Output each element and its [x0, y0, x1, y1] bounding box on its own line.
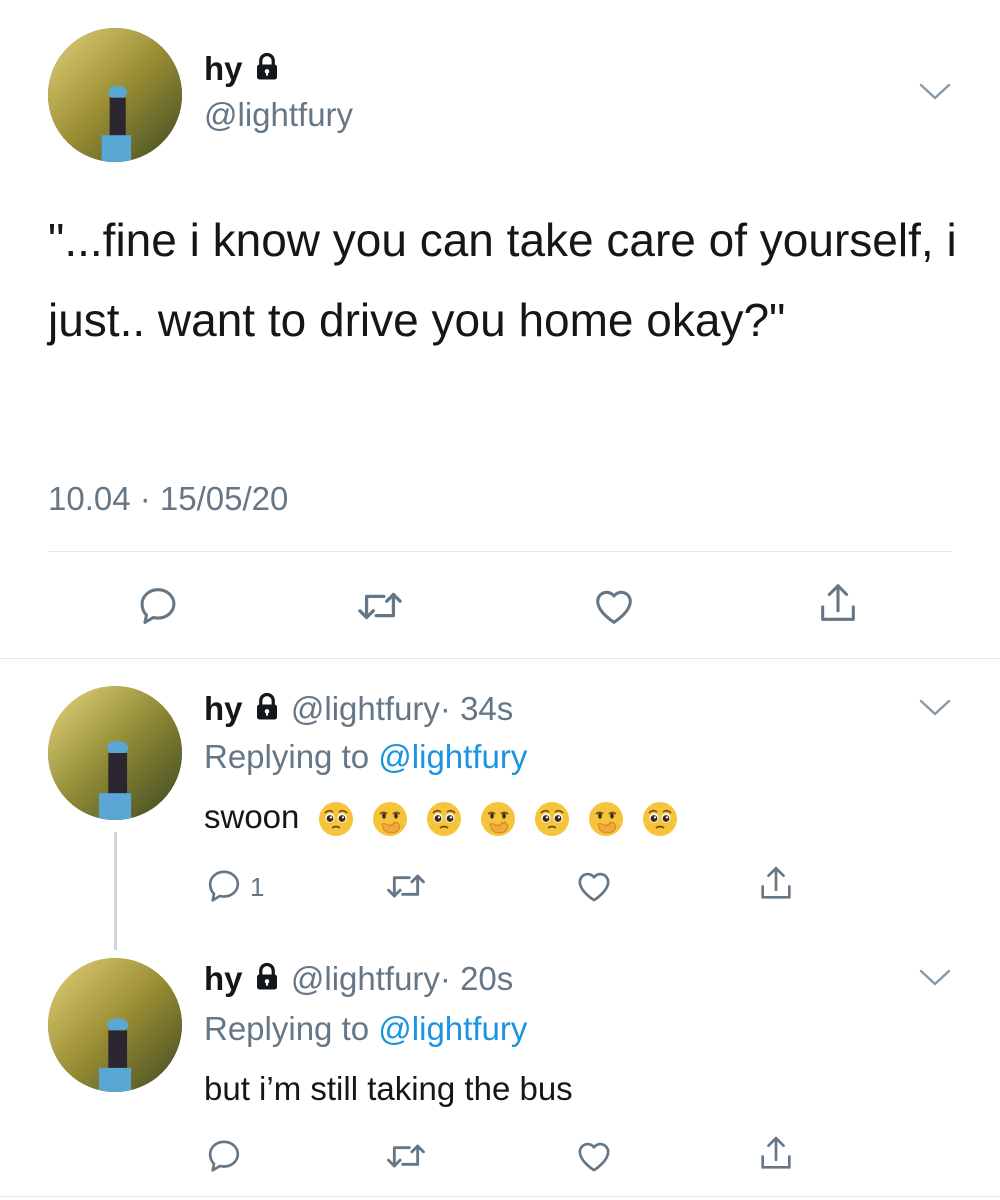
- like-icon[interactable]: [591, 583, 637, 629]
- pleading-face-emoji: [535, 802, 570, 837]
- chevron-down-icon[interactable]: [918, 696, 952, 718]
- chevron-down-icon[interactable]: [918, 80, 952, 102]
- replying-to-handle[interactable]: @lightfury: [378, 738, 527, 775]
- reply-author-handle[interactable]: @lightfury: [291, 960, 440, 997]
- chevron-down-icon[interactable]: [918, 966, 952, 988]
- reply-time[interactable]: · 20s: [440, 960, 513, 997]
- like-icon[interactable]: [574, 1136, 614, 1176]
- share-icon[interactable]: [756, 862, 796, 906]
- reply-text: swoon: [204, 798, 678, 837]
- reply-count: 1: [250, 872, 265, 902]
- reply-author-name[interactable]: hy: [204, 960, 243, 997]
- share-icon[interactable]: [815, 580, 861, 628]
- replying-to-handle[interactable]: @lightfury: [378, 1010, 527, 1047]
- reply-text: but i’m still taking the bus: [204, 1070, 573, 1107]
- reply-icon[interactable]: [135, 583, 181, 629]
- avatar[interactable]: [48, 28, 182, 162]
- lock-icon: [252, 692, 282, 730]
- tweet-author-name[interactable]: hy: [204, 50, 282, 90]
- like-icon[interactable]: [574, 866, 614, 906]
- reply-header: hy @lightfury· 34s: [204, 690, 513, 730]
- lock-icon: [252, 52, 282, 90]
- reply-header: hy @lightfury· 20s: [204, 960, 513, 1000]
- replying-to-label: Replying to: [204, 738, 370, 775]
- retweet-icon[interactable]: [384, 866, 428, 906]
- avatar[interactable]: [48, 686, 182, 820]
- reply-time[interactable]: · 34s: [440, 690, 513, 727]
- tweet-author-handle[interactable]: @lightfury: [204, 96, 353, 134]
- thread-line: [114, 832, 117, 950]
- avatar[interactable]: [48, 958, 182, 1092]
- tweet-timestamp[interactable]: 10.04 · 15/05/20: [48, 480, 288, 518]
- share-icon[interactable]: [756, 1132, 796, 1176]
- reply-icon[interactable]: [204, 1136, 244, 1176]
- hand-over-mouth-emoji: [373, 802, 408, 837]
- tweet-text: "...fine i know you can take care of you…: [48, 214, 957, 346]
- hand-over-mouth-emoji: [589, 802, 624, 837]
- reply-icon[interactable]: [204, 866, 244, 906]
- retweet-icon[interactable]: [384, 1136, 428, 1176]
- reply-author-name[interactable]: hy: [204, 690, 243, 727]
- replying-to: Replying to @lightfury: [204, 738, 527, 776]
- pleading-face-emoji: [319, 802, 354, 837]
- emoji-row: [299, 798, 678, 837]
- reply-author-handle[interactable]: @lightfury: [291, 690, 440, 727]
- hand-over-mouth-emoji: [481, 802, 516, 837]
- replying-to-label: Replying to: [204, 1010, 370, 1047]
- pleading-face-emoji: [427, 802, 462, 837]
- replying-to: Replying to @lightfury: [204, 1010, 527, 1048]
- lock-icon: [252, 962, 282, 1000]
- retweet-icon[interactable]: [355, 583, 405, 629]
- reply-text-body: swoon: [204, 798, 300, 835]
- divider: [0, 1196, 1000, 1197]
- divider: [0, 658, 1000, 659]
- divider: [48, 551, 952, 552]
- pleading-face-emoji: [643, 802, 678, 837]
